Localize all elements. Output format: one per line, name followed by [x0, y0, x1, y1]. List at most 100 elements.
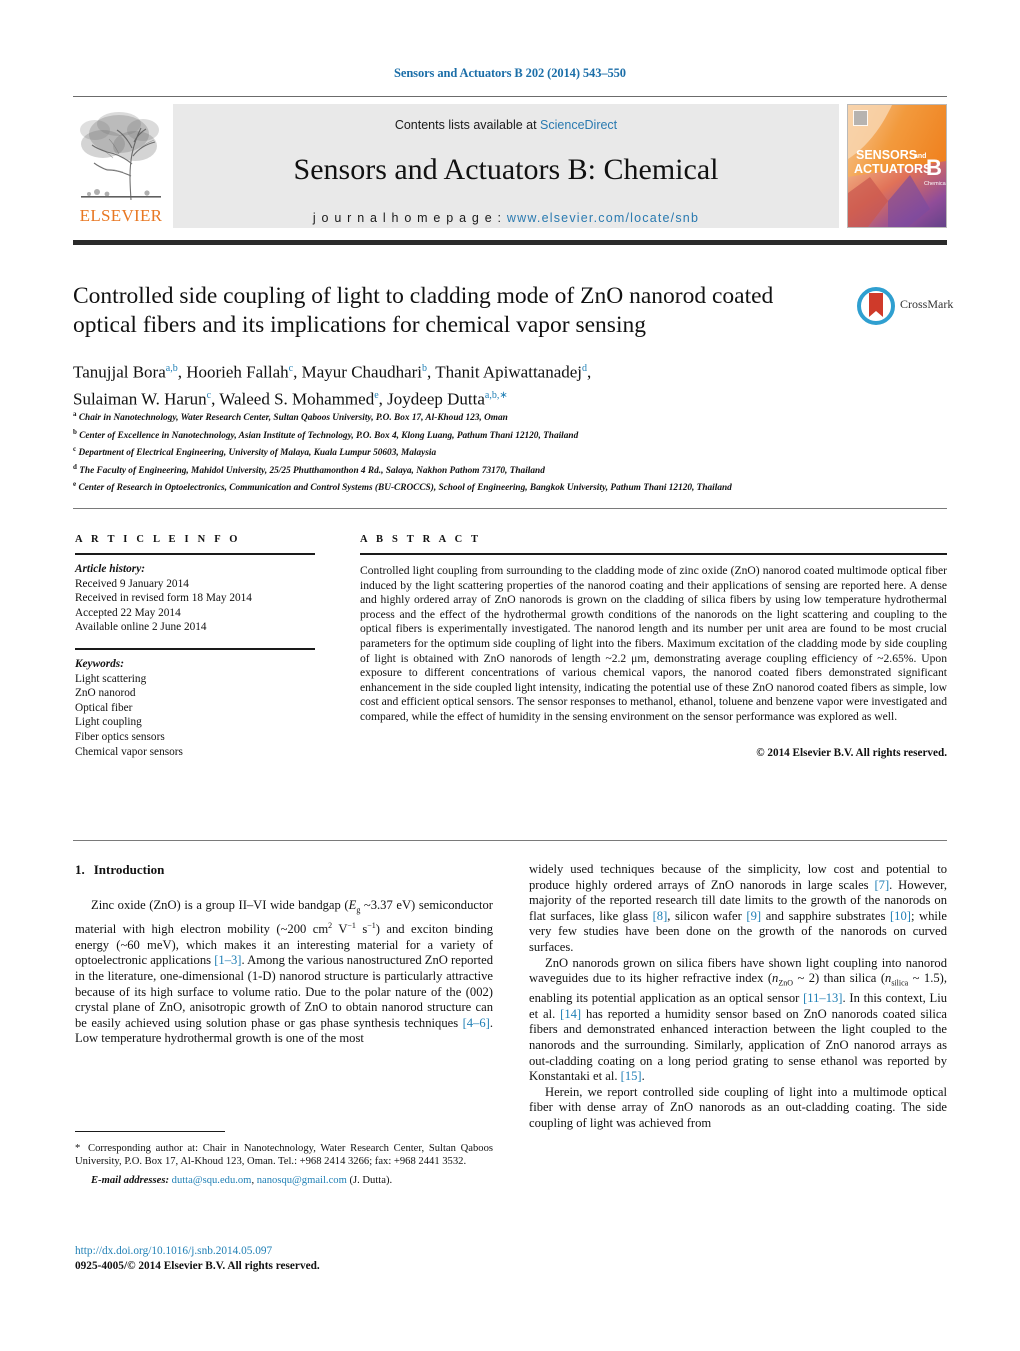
corresponding-author-footnote: * Corresponding author at: Chair in Nano… [75, 1142, 493, 1188]
journal-homepage-link[interactable]: www.elsevier.com/locate/snb [507, 211, 699, 225]
page-footer: http://dx.doi.org/10.1016/j.snb.2014.05.… [75, 1244, 535, 1274]
affiliation-item: a Chair in Nanotechnology, Water Researc… [73, 408, 947, 426]
section-title: Introduction [93, 862, 165, 877]
p1-frag-c: V [332, 922, 348, 937]
cover-sensors-text: SENSORS [856, 148, 917, 162]
affiliation-mark: c [73, 445, 77, 453]
author-name: Tanujjal Bora [73, 362, 166, 382]
article-title: Controlled side coupling of light to cla… [73, 283, 774, 338]
cover-letter-b: B [926, 155, 942, 180]
rp2-frag-b: ~ 2) than silica ( [793, 971, 886, 986]
rp2-frag-e: has reported a humidity sensor based on … [529, 1006, 948, 1084]
elsevier-wordmark: ELSEVIER [79, 206, 163, 225]
body-column-left: 1. Introduction Zinc oxide (ZnO) is a gro… [75, 862, 493, 1047]
author-name: Joydeep Dutta [387, 389, 485, 409]
body-column-right: widely used techniques because of the si… [529, 862, 947, 1132]
citation-link-7[interactable]: [7] [874, 878, 889, 892]
paper-page: Sensors and Actuators B 202 (2014) 543–5… [0, 0, 1020, 1351]
homepage-label: j o u r n a l h o m e p a g e : [312, 211, 503, 225]
affiliation-text: The Faculty of Engineering, Mahidol Univ… [79, 465, 545, 476]
citation-link-15[interactable]: [15] [621, 1069, 642, 1083]
citation-link-8[interactable]: [8] [653, 909, 668, 923]
intro-paragraph-1-cont: widely used techniques because of the si… [529, 862, 947, 956]
email-link-2[interactable]: nanosqu@gmail.com [257, 1175, 347, 1186]
copyright-line: © 2014 Elsevier B.V. All rights reserved… [756, 746, 947, 759]
section-number: 1. [75, 862, 85, 877]
author-affil-mark: b [422, 363, 428, 374]
doi-link[interactable]: http://dx.doi.org/10.1016/j.snb.2014.05.… [75, 1244, 535, 1259]
affiliation-list: a Chair in Nanotechnology, Water Researc… [73, 408, 947, 496]
history-item: Received in revised form 18 May 2014 [75, 592, 252, 605]
email-line: E-mail addresses: dutta@squ.edu.om, nano… [75, 1174, 493, 1187]
author-line-1: Tanujjal Boraa,b, Hoorieh Fallahc, Mayur… [73, 362, 592, 382]
sciencedirect-link[interactable]: ScienceDirect [540, 118, 617, 132]
affiliation-mark: a [73, 410, 77, 418]
svg-text:Chemical: Chemical [924, 181, 946, 187]
email-label: E-mail addresses: [91, 1175, 169, 1187]
p1-frag-a: Zinc oxide (ZnO) is a group II–VI wide b… [91, 898, 349, 912]
intro-paragraph-1: Zinc oxide (ZnO) is a group II–VI wide b… [75, 898, 493, 1047]
article-history-label: Article history: [75, 563, 145, 575]
author-name: Sulaiman W. Harun [73, 389, 207, 409]
keywords-block: Keywords: Light scattering ZnO nanorod O… [75, 657, 315, 759]
affiliation-mark: b [73, 427, 77, 436]
rp2-n-silica-sub: silica [891, 978, 909, 988]
elsevier-logo: ELSEVIER [73, 104, 169, 228]
author-affil-mark: a,b [165, 363, 178, 374]
author-affil-mark: a,b,∗ [484, 389, 508, 401]
elsevier-tree-icon [73, 104, 169, 208]
abstract-rule [360, 553, 947, 555]
affiliation-text: Chair in Nanotechnology, Water Research … [78, 413, 508, 424]
crossmark-label: CrossMark [900, 297, 954, 311]
intro-paragraph-2: ZnO nanorods grown on silica fibers have… [529, 956, 947, 1085]
affiliation-text: Center of Excellence in Nanotechnology, … [79, 430, 579, 441]
crossmark-badge[interactable]: CrossMark [856, 286, 960, 328]
journal-title: Sensors and Actuators B: Chemical [293, 153, 719, 186]
keyword-item: Optical fiber [75, 701, 133, 714]
footnote-text: Corresponding author at: Chair in Nanote… [75, 1143, 493, 1168]
svg-text:and: and [914, 153, 926, 160]
author-affil-mark: e [374, 389, 379, 401]
citation-link-10[interactable]: [10] [890, 909, 911, 923]
keyword-item: Fiber optics sensors [75, 730, 165, 743]
journal-homepage-line: j o u r n a l h o m e p a g e : www.else… [173, 211, 839, 225]
masthead-center: Contents lists available at ScienceDirec… [173, 104, 839, 228]
affiliation-item: c Department of Electrical Engineering, … [73, 443, 947, 461]
citation-link-9[interactable]: [9] [746, 909, 761, 923]
abstract-block: A B S T R A C T Controlled light couplin… [360, 534, 947, 759]
citation-link-1-3[interactable]: [1–3] [214, 953, 241, 967]
cover-actuators-text: ACTUATORS [854, 162, 931, 176]
affiliation-mark: d [73, 462, 77, 471]
keywords-rule [75, 647, 315, 650]
rp2-frag-f: . [641, 1069, 645, 1084]
citation-link-4-6[interactable]: [4–6] [463, 1016, 490, 1030]
affiliation-text: Center of Research in Optoelectronics, C… [78, 483, 732, 494]
article-info-block: A R T I C L E I N F O Article history: R… [75, 534, 315, 759]
citation-link-14[interactable]: [14] [560, 1007, 581, 1021]
body-top-rule [73, 840, 947, 841]
history-item: Available online 2 June 2014 [75, 621, 207, 634]
author-name: Mayur Chaudhari [301, 362, 423, 382]
article-info-rule [75, 553, 315, 555]
intro-paragraph-3: Herein, we report controlled side coupli… [529, 1084, 947, 1131]
journal-cover-art: SENSORS and ACTUATORS B Chemical [848, 105, 946, 227]
citation-link-11-13[interactable]: [11–13] [803, 991, 842, 1005]
author-affil-mark: c [206, 389, 212, 401]
author-line-2: Sulaiman W. Harunc, Waleed S. Mohammede,… [73, 389, 508, 409]
journal-cover-thumbnail: SENSORS and ACTUATORS B Chemical [847, 104, 947, 228]
abstract-heading: A B S T R A C T [360, 534, 482, 545]
p1-sup-minus1b: −1 [367, 921, 376, 931]
p1-frag-d: s [355, 922, 368, 937]
info-top-rule [73, 508, 947, 509]
footnote-rule [75, 1131, 225, 1132]
affiliation-text: Department of Electrical Engineering, Un… [78, 448, 437, 459]
keywords-label: Keywords: [75, 657, 124, 670]
email-link-1[interactable]: dutta@squ.edu.om [172, 1175, 252, 1186]
author-list: Tanujjal Boraa,b, Hoorieh Fallahc, Mayur… [73, 357, 863, 410]
rp1-frag-d: and sapphire substrates [761, 908, 890, 923]
keyword-item: Chemical vapor sensors [75, 745, 183, 758]
rp2-n-zno-sub: ZnO [778, 978, 794, 988]
journal-masthead: ELSEVIER Contents lists available at Sci… [73, 104, 947, 228]
affiliation-item: e Center of Research in Optoelectronics,… [73, 478, 947, 496]
history-item: Received 9 January 2014 [75, 577, 189, 590]
